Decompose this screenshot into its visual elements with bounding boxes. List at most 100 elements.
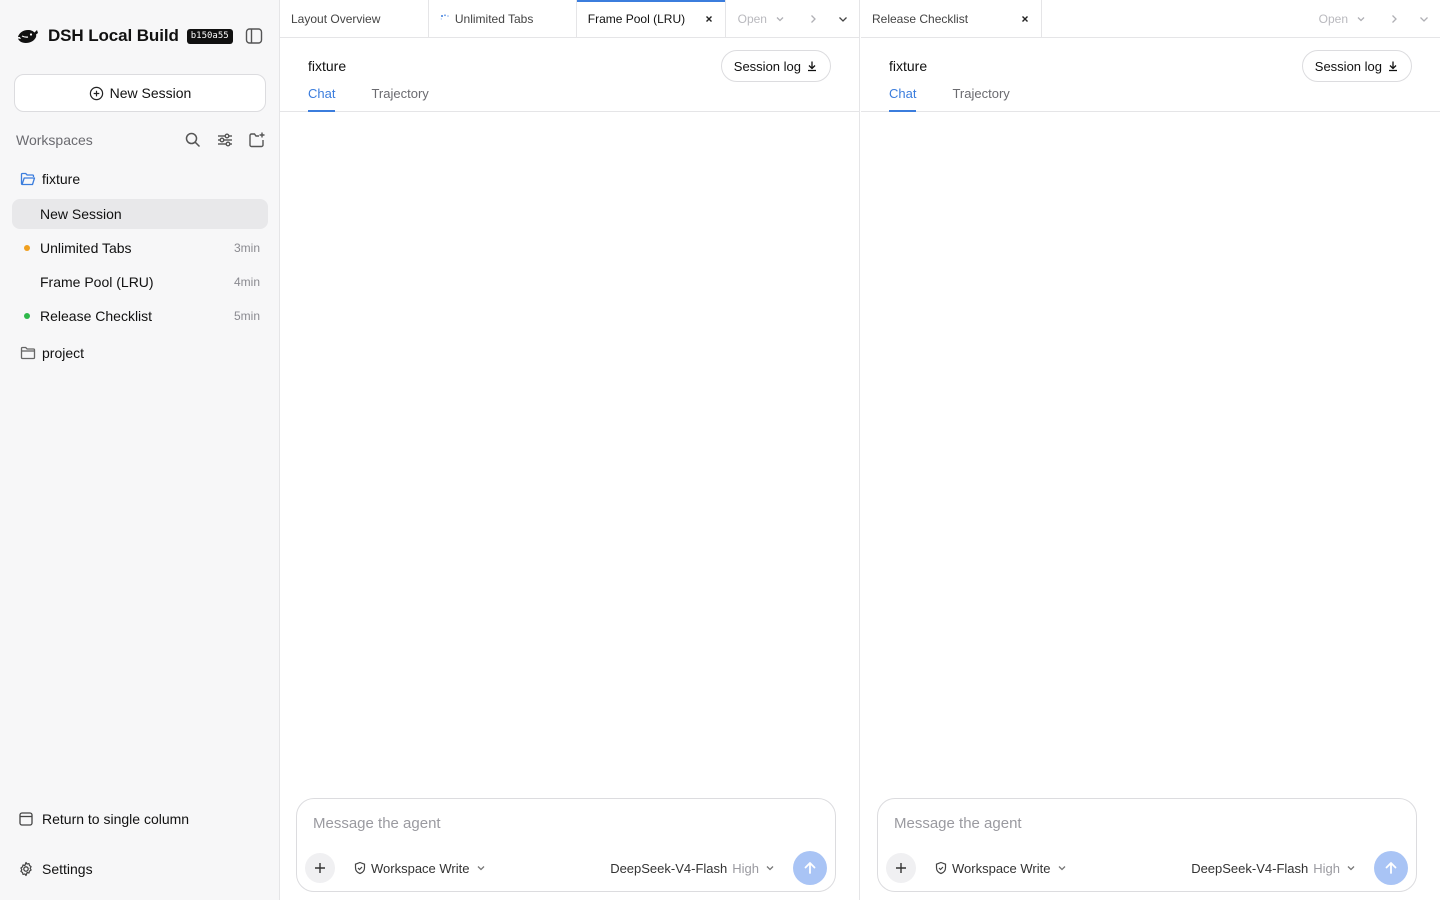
right-pane: Release Checklist Open fixture Session l… [861, 0, 1440, 900]
new-folder-icon[interactable] [248, 131, 266, 149]
settings-button[interactable]: Settings [18, 858, 93, 880]
workspaces-header: Workspaces [16, 130, 266, 150]
chevron-down-icon [1357, 16, 1365, 21]
folder-label: fixture [42, 171, 81, 187]
download-icon [808, 61, 816, 72]
permission-dropdown[interactable]: Workspace Write [934, 861, 1067, 876]
return-single-column-button[interactable]: Return to single column [18, 808, 189, 830]
return-label: Return to single column [42, 811, 190, 827]
build-badge: b150a55 [186, 28, 233, 44]
tab-label: Release Checklist [872, 11, 969, 26]
download-icon [1389, 61, 1397, 72]
new-session-button[interactable]: New Session [14, 74, 266, 112]
plus-icon [896, 863, 906, 873]
chevron-down-icon[interactable] [1418, 13, 1430, 25]
sidebar: DSH Local Build b150a55 New Session Work… [0, 0, 280, 900]
folder-open-icon [20, 172, 36, 186]
model-dropdown[interactable]: DeepSeek-V4-Flash High [1191, 861, 1356, 876]
pane-title: fixture [889, 58, 928, 74]
pane-header: fixture Session log Chat Trajectory [861, 38, 1440, 112]
session-label: Frame Pool (LRU) [40, 274, 154, 290]
chevron-down-icon[interactable] [837, 13, 849, 25]
open-label: Open [737, 11, 767, 26]
effort-label: High [732, 860, 759, 876]
tab-release-checklist[interactable]: Release Checklist [861, 0, 1042, 37]
chevron-down-icon [1347, 866, 1355, 871]
effort-label: High [1313, 860, 1340, 876]
session-time: 3min [233, 241, 260, 255]
shield-icon [354, 861, 366, 875]
message-composer: Workspace Write DeepSeek-V4-Flash High [877, 798, 1417, 892]
permission-dropdown[interactable]: Workspace Write [353, 861, 486, 876]
tab-unlimited-tabs[interactable]: Unlimited Tabs [429, 0, 577, 37]
session-item-new-session[interactable]: New Session [12, 199, 268, 229]
open-dropdown[interactable]: Open [726, 0, 797, 37]
session-item-release-checklist[interactable]: Release Checklist 5min [12, 301, 268, 331]
arrow-up-icon [1385, 862, 1397, 874]
tab-trajectory[interactable]: Trajectory [952, 86, 1009, 112]
tab-bar: Release Checklist Open [861, 0, 1440, 38]
attach-button[interactable] [305, 853, 335, 883]
close-icon[interactable] [704, 14, 714, 24]
model-label: DeepSeek-V4-Flash [1191, 860, 1309, 876]
session-item-unlimited-tabs[interactable]: Unlimited Tabs 3min [12, 233, 268, 263]
tab-chat[interactable]: Chat [308, 86, 336, 112]
new-session-label: New Session [109, 85, 192, 101]
folder-label: project [42, 345, 85, 361]
chevron-down-icon [1058, 866, 1065, 871]
tab-label: Unlimited Tabs [454, 11, 534, 26]
message-input[interactable] [313, 815, 813, 832]
tab-frame-pool[interactable]: Frame Pool (LRU) [576, 0, 726, 37]
app-title: DSH Local Build [48, 26, 179, 45]
tab-trajectory[interactable]: Trajectory [371, 86, 428, 112]
workspaces-label: Workspaces [16, 132, 93, 148]
arrow-up-icon [804, 862, 816, 874]
tab-bar: Layout Overview Unlimited Tabs Frame Poo… [280, 0, 859, 38]
chevron-right-icon[interactable] [807, 13, 819, 25]
session-time: 5min [233, 309, 260, 323]
left-pane: Layout Overview Unlimited Tabs Frame Poo… [280, 0, 860, 900]
folder-icon [20, 346, 36, 360]
session-log-label: Session log [733, 58, 801, 74]
plus-circle-icon [89, 86, 103, 100]
loading-spinner-icon [440, 13, 449, 20]
session-time: 4min [233, 275, 260, 289]
permission-label: Workspace Write [952, 860, 1051, 876]
chevron-down-icon [776, 16, 784, 21]
session-log-button[interactable]: Session log [1301, 50, 1412, 82]
send-button[interactable] [793, 851, 827, 885]
single-column-icon [19, 812, 33, 826]
sidebar-panel-icon [245, 28, 263, 44]
model-label: DeepSeek-V4-Flash [610, 860, 728, 876]
open-label: Open [1318, 11, 1348, 26]
filter-sliders-icon[interactable] [216, 131, 234, 149]
status-dot-done [24, 313, 30, 319]
pane-title: fixture [308, 58, 347, 74]
message-input[interactable] [894, 815, 1394, 832]
workspace-folder-fixture[interactable]: fixture [12, 164, 268, 194]
session-item-frame-pool[interactable]: Frame Pool (LRU) 4min [12, 267, 268, 297]
session-label: Unlimited Tabs [40, 240, 132, 256]
open-dropdown[interactable]: Open [1307, 0, 1378, 37]
session-log-button[interactable]: Session log [720, 50, 831, 82]
sidebar-toggle-button[interactable] [244, 26, 264, 46]
attach-button[interactable] [886, 853, 916, 883]
chevron-down-icon [477, 866, 484, 871]
permission-label: Workspace Write [371, 860, 470, 876]
chevron-right-icon[interactable] [1388, 13, 1400, 25]
whale-logo-icon [18, 30, 38, 43]
chevron-down-icon [766, 866, 774, 871]
shield-icon [935, 861, 947, 875]
search-icon[interactable] [184, 131, 202, 149]
model-dropdown[interactable]: DeepSeek-V4-Flash High [610, 861, 775, 876]
gear-icon [20, 861, 32, 877]
tab-label: Layout Overview [291, 11, 381, 26]
plus-icon [315, 863, 325, 873]
close-icon[interactable] [1020, 14, 1030, 24]
workspace-folder-project[interactable]: project [12, 338, 268, 368]
tab-chat[interactable]: Chat [889, 86, 917, 112]
session-log-label: Session log [1314, 58, 1382, 74]
tab-layout-overview[interactable]: Layout Overview [280, 0, 429, 37]
send-button[interactable] [1374, 851, 1408, 885]
session-label: New Session [40, 206, 122, 222]
